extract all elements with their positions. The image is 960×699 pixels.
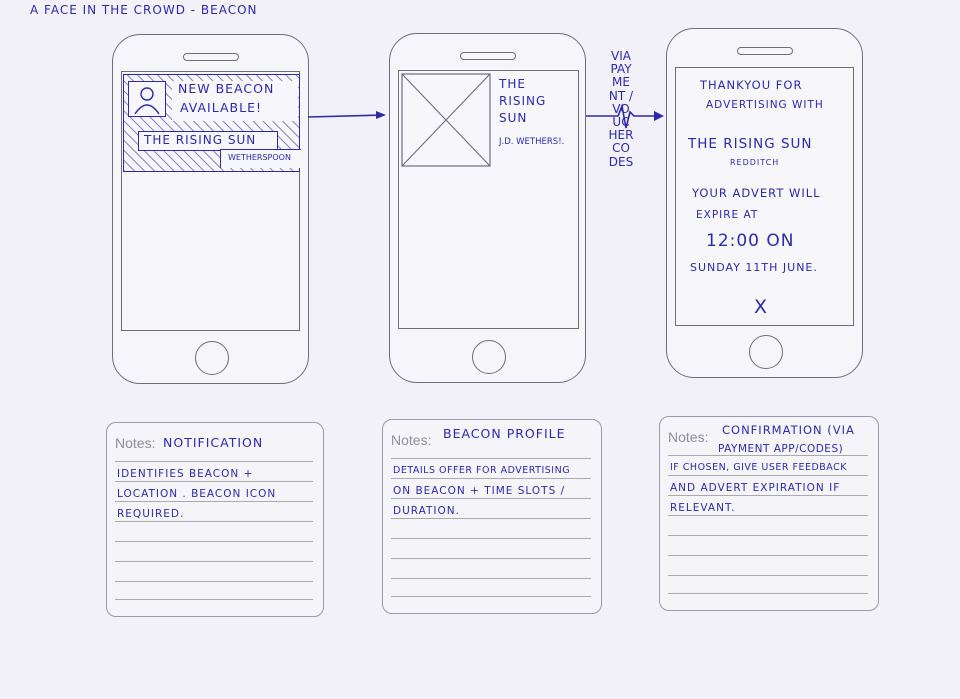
confirmation-line-7: 12:00 ON [706, 231, 795, 251]
venue-line-2: RISING [499, 94, 547, 108]
note-rule [668, 495, 868, 496]
note-line-2: AND ADVERT EXPIRATION IF [670, 482, 841, 494]
confirmation-line-4: REDDITCH [730, 158, 780, 167]
beacon-avatar-icon [128, 81, 166, 117]
note-rule [391, 538, 591, 539]
sheet-title: A FACE IN THE CROWD - BEACON [30, 3, 258, 17]
notes-heading-line2: PAYMENT APP/CODES) [718, 443, 844, 455]
confirmation-line-8: SUNDAY 11TH JUNE. [690, 261, 818, 274]
phone-speaker [737, 47, 793, 55]
phone-screen: THANKYOU FOR ADVERTISING WITH THE RISING… [675, 67, 854, 326]
image-placeholder [401, 73, 491, 167]
note-rule [668, 515, 868, 516]
note-rule [115, 481, 313, 482]
notes-card-notification: Notes: NOTIFICATION IDENTIFIES BEACON + … [106, 422, 324, 617]
notes-heading: NOTIFICATION [163, 435, 264, 450]
operator-name: J.D. WETHERS!. [499, 137, 565, 147]
confirmation-line-1: THANKYOU FOR [700, 78, 803, 92]
confirmation-line-3: THE RISING SUN [688, 136, 813, 152]
venue-line-3: SUN [499, 111, 528, 125]
confirmation-line-6: EXPIRE AT [696, 209, 759, 221]
note-line-3: DURATION. [393, 505, 460, 517]
notes-label: Notes: [668, 429, 709, 445]
note-rule [668, 593, 868, 594]
note-rule [391, 558, 591, 559]
note-rule [668, 475, 868, 476]
note-rule [668, 555, 868, 556]
venue-line-1: THE [499, 77, 526, 91]
note-rule [391, 518, 591, 519]
note-line-1: IF CHOSEN, GIVE USER FEEDBACK [670, 462, 848, 473]
note-rule [391, 478, 591, 479]
note-rule [115, 461, 313, 462]
note-line-2: ON BEACON + TIME SLOTS / [393, 485, 566, 497]
phone-screen: THE RISING SUN J.D. WETHERS!. [398, 70, 579, 329]
note-rule [115, 581, 313, 582]
phone-notification: NEW BEACON AVAILABLE! THE RISING SUN WET… [112, 34, 309, 384]
note-rule [668, 455, 868, 456]
notification-title-line1: NEW BEACON [178, 81, 275, 96]
phone-speaker [183, 53, 239, 61]
notes-card-beacon-profile: Notes: BEACON PROFILE DETAILS OFFER FOR … [382, 419, 602, 614]
connector-label: VIA PAYMENT / VOUCHER CODES [608, 49, 634, 169]
note-rule [115, 561, 313, 562]
note-rule [115, 599, 313, 600]
close-icon[interactable]: X [754, 296, 768, 318]
note-rule [391, 498, 591, 499]
note-rule [391, 578, 591, 579]
note-rule [115, 521, 313, 522]
note-rule [668, 535, 868, 536]
confirmation-line-2: ADVERTISING WITH [706, 99, 824, 111]
operator-name: WETHERSPOON [228, 153, 291, 162]
phone-beacon-profile: THE RISING SUN J.D. WETHERS!. [389, 33, 586, 383]
home-button[interactable] [195, 341, 229, 375]
notes-label: Notes: [115, 435, 156, 451]
phone-confirmation: THANKYOU FOR ADVERTISING WITH THE RISING… [666, 28, 863, 378]
note-line-3: RELEVANT. [670, 502, 736, 514]
phone-screen: NEW BEACON AVAILABLE! THE RISING SUN WET… [121, 71, 301, 331]
person-icon [134, 87, 160, 115]
home-button[interactable] [749, 335, 783, 369]
sketch-sheet: A FACE IN THE CROWD - BEACON NEW BEACON … [0, 0, 960, 699]
note-rule [115, 501, 313, 502]
notes-heading: BEACON PROFILE [443, 426, 566, 441]
note-line-1: DETAILS OFFER FOR ADVERTISING [393, 465, 571, 476]
note-rule [115, 541, 313, 542]
notes-card-confirmation: Notes: CONFIRMATION (VIA PAYMENT APP/COD… [659, 416, 879, 611]
phone-speaker [460, 52, 516, 60]
notification-banner[interactable]: NEW BEACON AVAILABLE! THE RISING SUN WET… [123, 74, 301, 172]
venue-name: THE RISING SUN [144, 133, 257, 147]
note-line-3: REQUIRED. [117, 508, 185, 520]
note-line-2: LOCATION . BEACON ICON [117, 488, 277, 500]
notes-heading: CONFIRMATION (VIA [722, 423, 855, 437]
note-rule [391, 596, 591, 597]
note-rule [391, 458, 591, 459]
flow-arrow-1 [307, 111, 386, 119]
note-rule [668, 575, 868, 576]
notes-label: Notes: [391, 432, 432, 448]
confirmation-line-5: YOUR ADVERT WILL [692, 186, 821, 200]
home-button[interactable] [472, 340, 506, 374]
notification-title-line2: AVAILABLE! [180, 100, 262, 115]
note-line-1: IDENTIFIES BEACON + [117, 468, 254, 480]
